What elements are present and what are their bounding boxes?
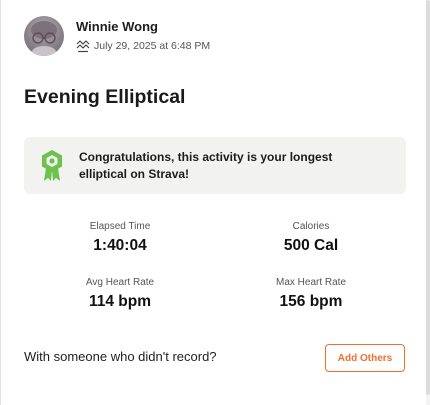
stat-value: 156 bpm — [279, 293, 343, 310]
stat-label: Avg Heart Rate — [85, 277, 155, 288]
add-others-button[interactable]: Add Others — [325, 344, 405, 372]
activity-header: Winnie Wong July 29, 2025 at 6:48 PM — [24, 16, 210, 56]
panel-border — [0, 0, 1, 405]
stat-max-heart-rate: Max Heart Rate 156 bpm — [236, 277, 386, 311]
stat-elapsed-time: Elapsed Time 1:40:04 — [45, 221, 195, 255]
stat-label: Calories — [292, 221, 330, 232]
badge-icon — [39, 149, 65, 183]
elliptical-icon — [76, 39, 90, 53]
stat-value: 114 bpm — [88, 293, 152, 310]
activity-date: July 29, 2025 at 6:48 PM — [94, 40, 211, 52]
scrollbar[interactable] — [426, 0, 430, 405]
achievement-banner: Congratulations, this activity is your l… — [24, 137, 406, 194]
avatar[interactable] — [24, 16, 64, 56]
stat-avg-heart-rate: Avg Heart Rate 114 bpm — [45, 277, 195, 311]
avatar-photo-icon — [31, 21, 57, 56]
stat-value: 1:40:04 — [93, 237, 147, 254]
achievement-message: Congratulations, this activity is your l… — [79, 149, 333, 181]
athlete-name[interactable]: Winnie Wong — [76, 19, 210, 35]
stat-label: Elapsed Time — [89, 221, 151, 232]
stat-value: 500 Cal — [283, 237, 339, 254]
add-others-prompt: With someone who didn't record? — [24, 349, 217, 364]
scrollbar-thumb[interactable] — [426, 0, 430, 395]
activity-title: Evening Elliptical — [24, 86, 186, 108]
stat-calories: Calories 500 Cal — [236, 221, 386, 255]
stat-label: Max Heart Rate — [275, 277, 347, 288]
